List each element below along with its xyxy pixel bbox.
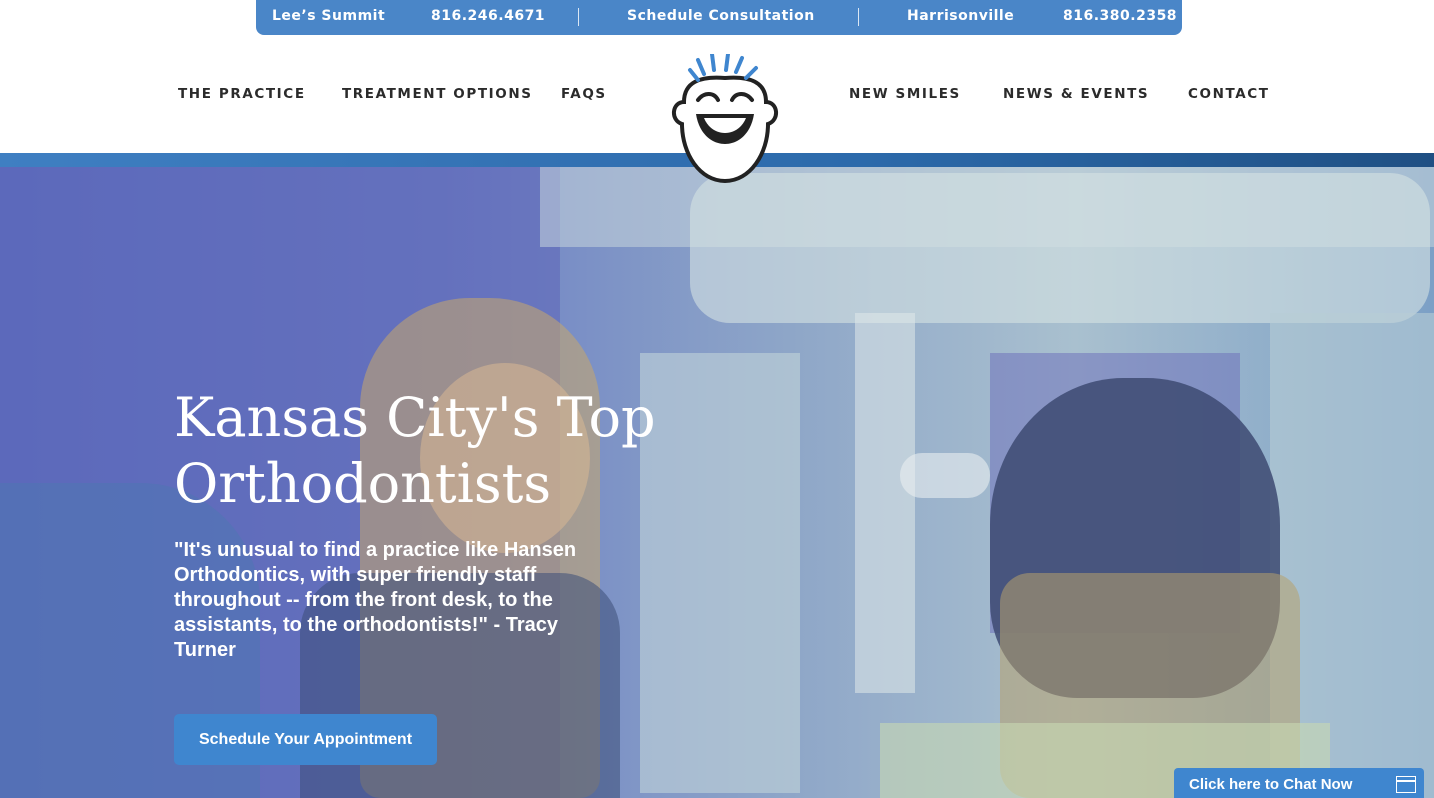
hero-title-line-2: Orthodontists xyxy=(174,452,552,515)
nav-new-smiles[interactable]: NEW SMILES xyxy=(849,86,961,102)
phone-harrisonville[interactable]: 816.380.2358 xyxy=(1063,8,1177,24)
top-contact-bar: Lee’s Summit 816.246.4671 Schedule Consu… xyxy=(256,0,1182,35)
chat-now-widget[interactable]: Click here to Chat Now xyxy=(1174,768,1424,798)
nav-news-events[interactable]: NEWS & EVENTS xyxy=(1003,86,1149,102)
hero-title: Kansas City's Top Orthodontists xyxy=(174,385,694,517)
divider xyxy=(578,8,579,26)
chat-label: Click here to Chat Now xyxy=(1189,776,1353,793)
nav-the-practice[interactable]: THE PRACTICE xyxy=(178,86,306,102)
location-lees-summit: Lee’s Summit xyxy=(272,8,386,24)
smiling-face-logo[interactable] xyxy=(668,52,782,184)
nav-contact[interactable]: CONTACT xyxy=(1188,86,1270,102)
nav-faqs[interactable]: FAQS xyxy=(561,86,607,102)
divider xyxy=(858,8,859,26)
hero-title-line-1: Kansas City's Top xyxy=(174,386,656,449)
schedule-appointment-button[interactable]: Schedule Your Appointment xyxy=(174,714,437,765)
nav-treatment-options[interactable]: TREATMENT OPTIONS xyxy=(342,86,533,102)
location-harrisonville: Harrisonville xyxy=(907,8,1015,24)
phone-lees-summit[interactable]: 816.246.4671 xyxy=(431,8,545,24)
logo-icon xyxy=(672,52,778,184)
schedule-consultation-link[interactable]: Schedule Consultation xyxy=(627,8,815,24)
hero-banner: Kansas City's Top Orthodontists "It's un… xyxy=(0,153,1434,798)
testimonial-quote: "It's unusual to find a practice like Ha… xyxy=(174,539,577,661)
chat-window-icon[interactable] xyxy=(1396,776,1416,793)
